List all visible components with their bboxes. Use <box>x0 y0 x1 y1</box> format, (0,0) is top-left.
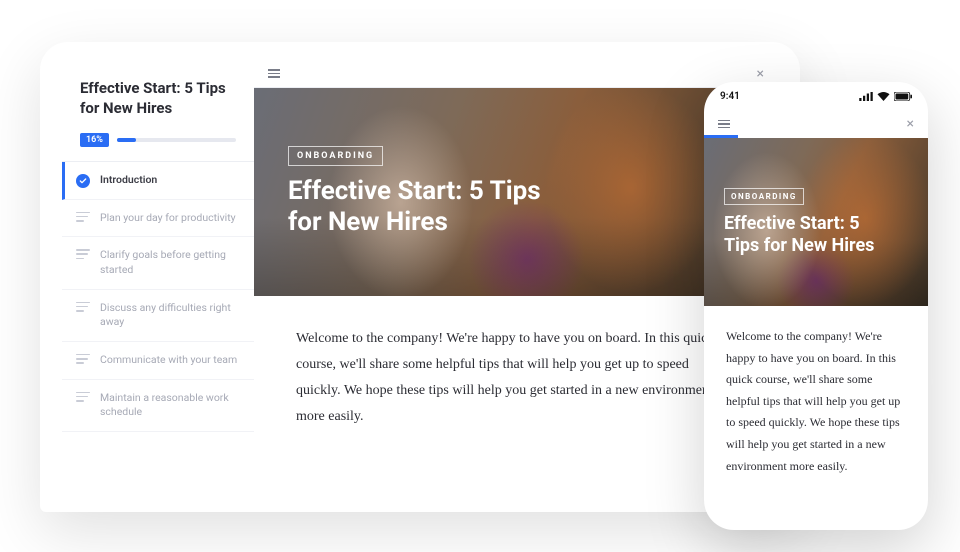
sidebar-item-label: Clarify goals before getting started <box>100 248 240 277</box>
close-icon[interactable]: × <box>907 116 914 132</box>
progress-row: 16% <box>62 133 254 161</box>
sidebar-item-clarify-goals[interactable]: Clarify goals before getting started <box>62 237 254 289</box>
laptop-screen: Effective Start: 5 Tips for New Hires 16… <box>62 60 778 512</box>
lesson-menu: Introduction Plan your day for productiv… <box>62 161 254 433</box>
wifi-icon <box>877 92 890 101</box>
sidebar-item-label: Plan your day for productivity <box>100 211 236 226</box>
sidebar-item-label: Maintain a reasonable work schedule <box>100 391 240 420</box>
progress-bar-fill <box>117 138 136 142</box>
battery-icon <box>894 92 912 101</box>
course-title: Effective Start: 5 Tips for New Hires <box>62 78 254 133</box>
phone-topbar: × <box>704 110 928 138</box>
close-icon[interactable]: × <box>757 66 764 82</box>
signal-icon <box>859 92 873 101</box>
phone-time: 9:41 <box>720 91 740 102</box>
phone-status-bar: 9:41 <box>704 82 928 110</box>
sidebar-item-communicate[interactable]: Communicate with your team <box>62 342 254 380</box>
course-content: × ONBOARDING Effective Start: 5 Tips for… <box>254 60 778 512</box>
sidebar-item-discuss-difficulties[interactable]: Discuss any difficulties right away <box>62 290 254 342</box>
hero-tag: ONBOARDING <box>288 146 383 166</box>
sidebar-item-plan-your-day[interactable]: Plan your day for productivity <box>62 200 254 238</box>
laptop-frame: Effective Start: 5 Tips for New Hires 16… <box>40 42 800 512</box>
sidebar-item-introduction[interactable]: Introduction <box>62 162 254 200</box>
hero-title: Effective Start: 5 Tips for New Hires <box>724 213 884 256</box>
sidebar-item-schedule[interactable]: Maintain a reasonable work schedule <box>62 380 254 432</box>
content-topbar: × <box>254 60 778 88</box>
course-sidebar: Effective Start: 5 Tips for New Hires 16… <box>62 60 254 512</box>
outline-toggle-icon[interactable] <box>268 69 280 78</box>
sidebar-item-label: Discuss any difficulties right away <box>100 301 240 330</box>
text-lines-icon <box>76 249 90 259</box>
progress-bar-track <box>117 138 236 142</box>
phone-hero-banner: ONBOARDING Effective Start: 5 Tips for N… <box>704 138 928 306</box>
progress-percent-badge: 16% <box>80 133 109 147</box>
hero-title: Effective Start: 5 Tips for New Hires <box>288 176 578 238</box>
text-lines-icon <box>76 354 90 364</box>
intro-paragraph: Welcome to the company! We're happy to h… <box>254 296 778 460</box>
text-lines-icon <box>76 302 90 312</box>
sidebar-item-label: Communicate with your team <box>100 353 237 368</box>
phone-status-icons <box>859 92 912 101</box>
phone-intro-paragraph: Welcome to the company! We're happy to h… <box>704 306 928 497</box>
text-lines-icon <box>76 392 90 402</box>
sidebar-item-label: Introduction <box>100 173 157 188</box>
hero-tag: ONBOARDING <box>724 188 804 205</box>
hero-banner: ONBOARDING Effective Start: 5 Tips for N… <box>254 88 778 296</box>
check-circle-icon <box>76 174 90 188</box>
text-lines-icon <box>76 212 90 222</box>
outline-toggle-icon[interactable] <box>718 120 730 129</box>
phone-frame: 9:41 × ONBOARDING Effective Start: 5 Tip… <box>704 82 928 530</box>
